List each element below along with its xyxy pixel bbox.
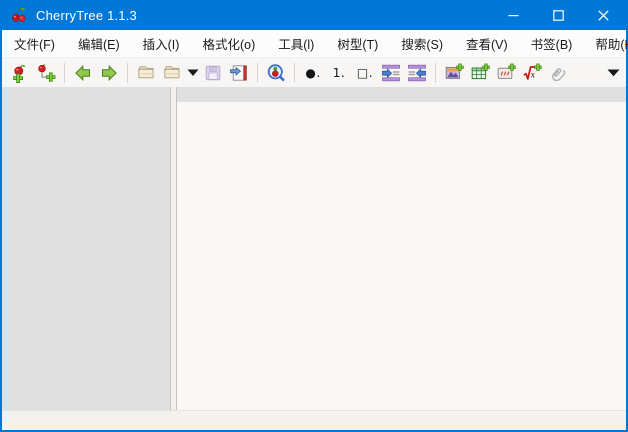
paperclip-icon: [552, 67, 566, 81]
maximize-icon: [553, 9, 564, 21]
indent-right-icon: [382, 64, 400, 81]
toolbar-separator: [294, 62, 295, 83]
menu-item-view[interactable]: 查看(V): [457, 30, 517, 57]
statusbar: [2, 410, 626, 430]
menu-item-edit[interactable]: 编辑(E): [69, 30, 129, 57]
close-button[interactable]: [581, 0, 626, 30]
minimize-button[interactable]: [491, 0, 536, 30]
find-node-icon: [267, 63, 285, 81]
open-file-button[interactable]: [133, 60, 159, 86]
arrow-right-icon: [102, 64, 117, 81]
cherry-subnode-add-icon: [38, 63, 56, 82]
codebox-add-icon: [497, 63, 516, 79]
menu-item-bookmarks[interactable]: 书签(B): [522, 30, 582, 57]
add-node-button[interactable]: [7, 60, 33, 86]
bullet-list-button[interactable]: ●.: [300, 60, 326, 86]
image-add-icon: [445, 63, 464, 79]
formula-add-icon: x: [523, 63, 542, 80]
menu-item-tools[interactable]: 工具(l): [269, 30, 323, 57]
editor-panel: [177, 87, 626, 410]
pane-splitter[interactable]: [170, 87, 177, 410]
toolbar-separator: [257, 62, 258, 83]
dropdown-triangle-icon: [187, 69, 198, 76]
arrow-left-icon: [75, 64, 90, 81]
menu-item-help[interactable]: 帮助(H): [586, 30, 628, 57]
indent-button[interactable]: [378, 60, 404, 86]
todo-list-button[interactable]: □.: [352, 60, 378, 86]
toolbar-overflow-button[interactable]: [606, 60, 621, 86]
insert-formula-button[interactable]: x: [519, 60, 545, 86]
tree-panel[interactable]: [2, 87, 170, 410]
minimize-icon: [508, 14, 519, 16]
toolbar: ●. 1. □. x: [2, 57, 626, 87]
table-add-icon: [471, 63, 490, 79]
menubar: 文件(F) 编辑(E) 插入(I) 格式化(o) 工具(l) 树型(T) 搜索(…: [2, 30, 628, 57]
back-button[interactable]: [70, 60, 96, 86]
insert-table-button[interactable]: [467, 60, 493, 86]
editor-area[interactable]: [177, 102, 626, 410]
save-as-icon: [230, 64, 247, 81]
todo-list-icon: □.: [356, 65, 374, 80]
folder-open-icon: [137, 65, 154, 78]
save-button[interactable]: [200, 60, 226, 86]
menu-item-tree[interactable]: 树型(T): [328, 30, 387, 57]
maximize-button[interactable]: [536, 0, 581, 30]
chevron-down-icon: [607, 69, 620, 76]
attach-file-button[interactable]: [545, 60, 571, 86]
toolbar-separator: [64, 62, 65, 83]
recent-docs-dropdown[interactable]: [185, 60, 200, 86]
numbered-list-button[interactable]: 1.: [326, 60, 352, 86]
floppy-save-icon: [205, 65, 221, 80]
bullet-list-icon: ●.: [305, 65, 321, 80]
main-area: [2, 87, 626, 410]
insert-image-button[interactable]: [441, 60, 467, 86]
menu-item-file[interactable]: 文件(F): [5, 30, 64, 57]
toolbar-separator: [435, 62, 436, 83]
cherries-icon: [10, 6, 28, 24]
svg-text:x: x: [531, 70, 536, 79]
toolbar-separator: [127, 62, 128, 83]
editor-header-strip: [177, 87, 626, 102]
save-as-button[interactable]: [226, 60, 252, 86]
cherry-add-icon: [13, 64, 26, 83]
titlebar: CherryTree 1.1.3: [2, 0, 626, 30]
app-body: 文件(F) 编辑(E) 插入(I) 格式化(o) 工具(l) 树型(T) 搜索(…: [2, 30, 628, 430]
close-icon: [598, 9, 609, 21]
indent-left-icon: [408, 64, 426, 81]
insert-codebox-button[interactable]: [493, 60, 519, 86]
menu-item-search[interactable]: 搜索(S): [392, 30, 452, 57]
unindent-button[interactable]: [404, 60, 430, 86]
forward-button[interactable]: [96, 60, 122, 86]
window-controls: [491, 0, 626, 30]
menu-item-format[interactable]: 格式化(o): [193, 30, 264, 57]
menu-item-insert[interactable]: 插入(I): [134, 30, 189, 57]
add-subnode-button[interactable]: [33, 60, 59, 86]
recent-docs-button[interactable]: [159, 60, 185, 86]
numbered-list-icon: 1.: [332, 65, 346, 80]
window-title: CherryTree 1.1.3: [36, 7, 137, 23]
folder-recent-icon: [163, 65, 180, 78]
find-node-button[interactable]: [263, 60, 289, 86]
cherrytree-window: CherryTree 1.1.3 文件(F) 编辑(E) 插入(I) 格式化(o…: [0, 0, 628, 432]
